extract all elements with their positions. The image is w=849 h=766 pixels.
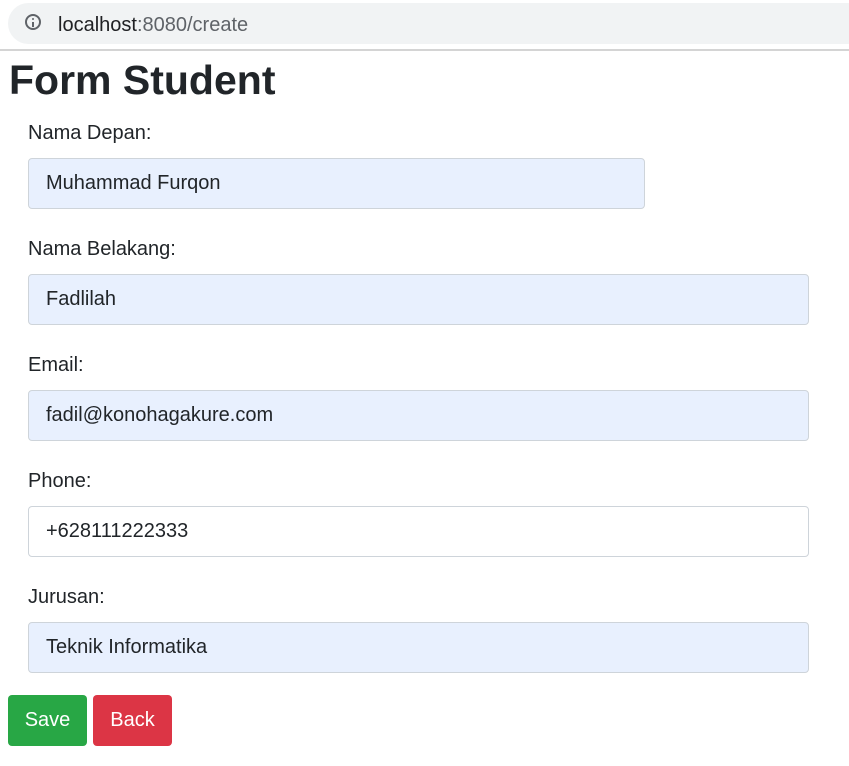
major-label: Jurusan: [28,586,105,608]
major-input[interactable] [28,622,809,673]
save-button[interactable]: Save [8,695,87,746]
phone-input[interactable] [28,506,809,557]
address-bar[interactable]: localhost:8080/create [8,3,849,44]
url-path: :8080/create [136,14,249,36]
address-bar-divider [0,49,849,51]
email-input[interactable] [28,390,809,441]
back-button[interactable]: Back [93,695,172,746]
url-host: localhost [58,14,137,36]
email-label: Email: [28,354,84,376]
info-icon[interactable] [25,14,41,30]
phone-label: Phone: [28,470,92,492]
last-name-label: Nama Belakang: [28,238,176,260]
first-name-label: Nama Depan: [28,122,152,144]
url-text[interactable]: localhost:8080/create [58,14,248,36]
first-name-input[interactable] [28,158,645,209]
last-name-input[interactable] [28,274,809,325]
page-title: Form Student [9,57,276,103]
